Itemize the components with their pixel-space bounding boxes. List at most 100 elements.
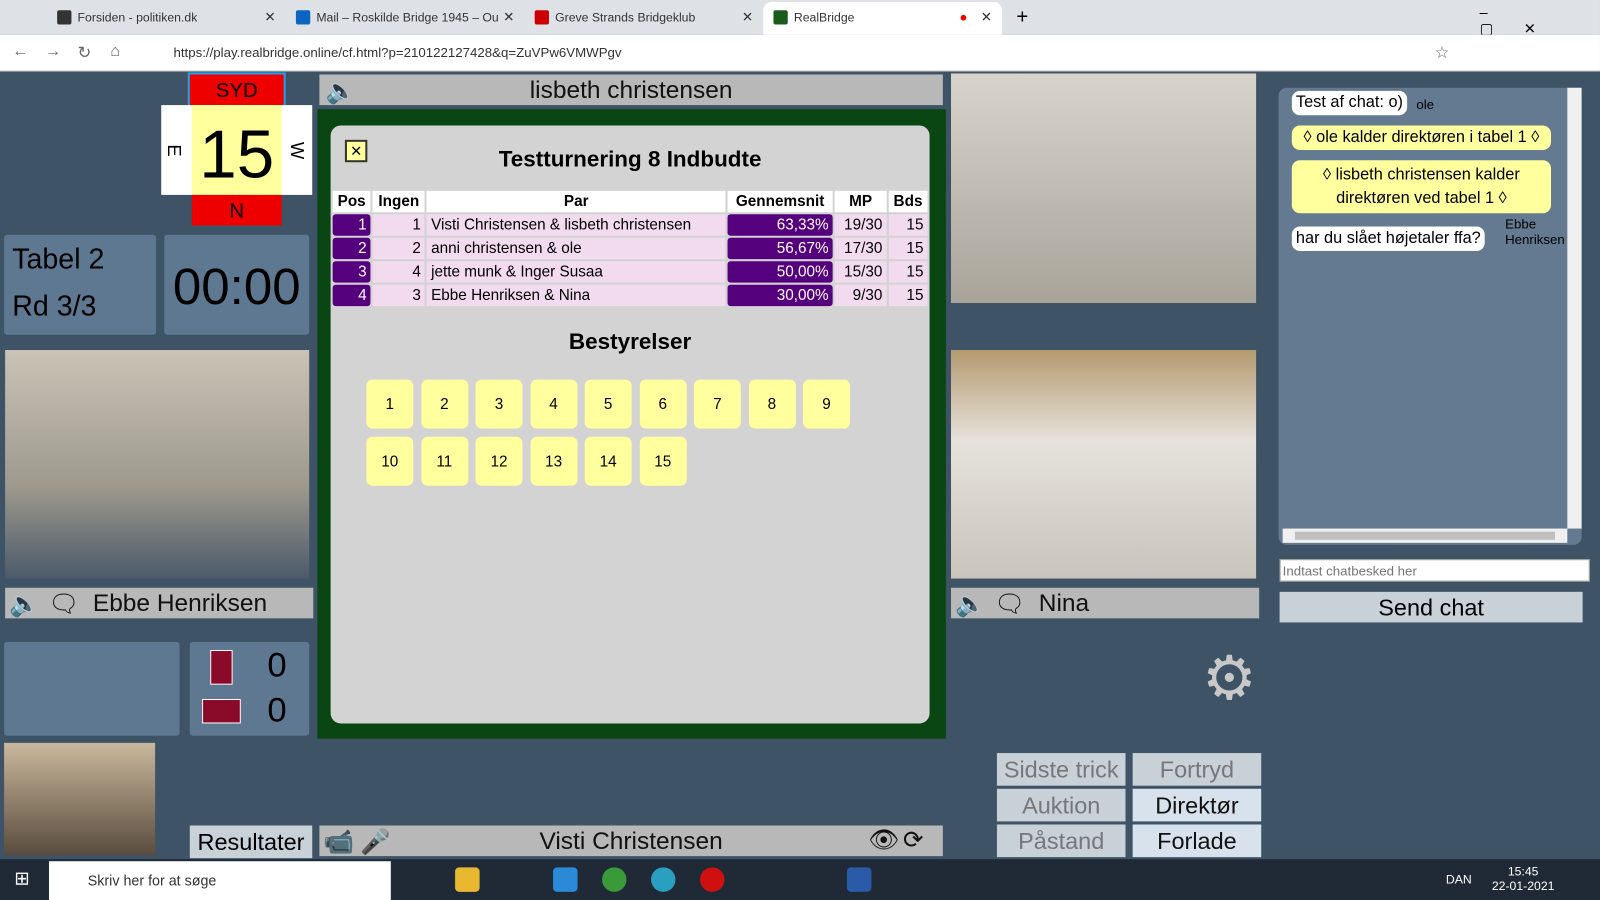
eye-icon[interactable]: 👁 — [868, 826, 899, 856]
close-icon[interactable]: ✕ — [742, 9, 753, 25]
results-table: Pos Ingen Par Gennemsnit MP Bds 1 1 Visti Chris… — [331, 189, 930, 308]
word-icon[interactable] — [846, 867, 872, 892]
results-card: ✕ Testturnering 8 Indbudte Pos Ingen Par Ge… — [330, 125, 930, 724]
back-icon[interactable]: ← — [12, 43, 28, 61]
cell-mp: 19/30 — [834, 214, 887, 236]
undo-button[interactable]: Fortryd — [1132, 753, 1262, 786]
chat-log: Test af chat: o) ole ◊ ole kalder direkt… — [1278, 87, 1582, 545]
edge-icon[interactable] — [651, 867, 676, 892]
board-button[interactable]: 5 — [584, 379, 632, 429]
search-placeholder: Skriv her for at søge — [87, 872, 217, 889]
realbridge-icon — [773, 10, 788, 25]
speaker-icon[interactable]: 🔈 — [326, 77, 357, 107]
settings-gear-icon[interactable]: ⚙ — [1202, 643, 1257, 714]
chrome-icon[interactable] — [602, 867, 627, 892]
cell-gennemsnit: 50,00% — [727, 261, 833, 283]
director-button[interactable]: Direktør — [1132, 788, 1262, 822]
leave-button[interactable]: Forlade — [1132, 824, 1262, 858]
tab-politiken[interactable]: Forsiden - politiken.dk ✕ — [47, 2, 286, 35]
chat-input[interactable] — [1279, 559, 1590, 582]
cell-pos: 4 — [332, 284, 371, 307]
cell-ingen: 2 — [372, 237, 425, 260]
close-icon[interactable]: ✕ — [981, 9, 992, 25]
reload-icon[interactable]: ↻ — [78, 43, 92, 63]
tab-realbridge[interactable]: RealBridge ● ✕ — [763, 2, 1003, 35]
board-button[interactable]: 15 — [639, 436, 687, 486]
south-player-bar: 📹 🎤 Visti Christensen 👁 ⟳ — [319, 825, 943, 858]
ew-tricks-icon — [202, 698, 241, 724]
board-button[interactable]: 8 — [748, 379, 796, 429]
taskbar-search[interactable]: Skriv her for at søge — [48, 861, 391, 900]
ns-score: 0 — [267, 645, 287, 685]
board-button[interactable]: 7 — [693, 379, 741, 429]
east-name: Nina — [1038, 589, 1090, 618]
col-avg: Gennemsnit — [727, 190, 833, 213]
auction-button[interactable]: Auktion — [996, 788, 1126, 822]
board-button[interactable]: 3 — [475, 379, 523, 429]
results-row: 4 3 Ebbe Henriksen & Nina 30,00% 9/30 15 — [332, 284, 928, 307]
camera-icon[interactable]: 📹 — [323, 828, 354, 858]
vertical-scrollbar[interactable] — [1567, 87, 1582, 529]
send-chat-button[interactable]: Send chat — [1279, 591, 1583, 623]
clock: 00:00 — [164, 234, 310, 335]
speaker-icon[interactable]: 🔈 — [955, 590, 986, 620]
board-button[interactable]: 9 — [803, 379, 850, 429]
ns-tricks-icon — [210, 649, 233, 685]
results-row: 1 1 Visti Christensen & lisbeth christense… — [332, 214, 928, 236]
home-icon[interactable]: ⌂ — [110, 43, 120, 61]
chat-bubble-icon[interactable]: 🗨 — [48, 590, 79, 620]
refresh-icon[interactable]: ⟳ — [903, 826, 924, 856]
time: 15:45 — [1507, 864, 1539, 879]
window-controls[interactable]: –▢✕ — [1480, 4, 1600, 38]
opera-icon[interactable] — [699, 867, 725, 892]
close-icon[interactable]: ✕ — [503, 9, 514, 25]
claim-button[interactable]: Påstand — [996, 824, 1126, 858]
politiken-icon — [57, 10, 72, 25]
tab-mail[interactable]: Mail – Roskilde Bridge 1945 – Ou ✕ — [286, 2, 525, 35]
horizontal-scrollbar[interactable] — [1282, 528, 1568, 543]
results-row: 3 4 jette munk & Inger Susaa 50,00% 15/30 15 — [332, 261, 928, 283]
board-button[interactable]: 4 — [530, 379, 578, 429]
results-button[interactable]: Resultater — [189, 825, 313, 859]
windows-start-icon[interactable]: ⊞ — [14, 868, 29, 889]
cell-pos: 3 — [332, 261, 371, 283]
explorer-icon[interactable] — [455, 867, 480, 892]
video-north — [951, 73, 1257, 304]
east-player-bar: 🔈 🗨 Nina — [951, 587, 1260, 620]
microphone-icon[interactable]: 🎤 — [360, 828, 391, 858]
board-button[interactable]: 6 — [639, 379, 687, 429]
board-button[interactable]: 11 — [420, 436, 468, 486]
forward-icon[interactable]: → — [45, 43, 61, 61]
url-field[interactable]: https://play.realbridge.online/cf.html?p… — [142, 39, 1347, 67]
board-button[interactable]: 12 — [475, 436, 523, 486]
last-trick-button[interactable]: Sidste trick — [996, 753, 1126, 786]
cell-bds: 15 — [888, 237, 928, 260]
col-bds: Bds — [888, 190, 928, 213]
close-results-button[interactable]: ✕ — [344, 139, 368, 163]
cell-pos: 2 — [332, 237, 371, 260]
round-label: Rd 3/3 — [12, 289, 97, 322]
cell-pos: 1 — [332, 214, 371, 236]
mail-icon[interactable] — [553, 867, 578, 892]
clock-area[interactable]: 15:45 22-01-2021 — [1492, 864, 1555, 893]
speaker-icon[interactable]: 🔈 — [9, 590, 40, 620]
cell-ingen: 4 — [372, 261, 425, 283]
bookmark-star-icon[interactable]: ☆ — [1435, 43, 1450, 63]
video-east — [951, 349, 1257, 579]
tab-greve[interactable]: Greve Strands Bridgeklub ✕ — [524, 2, 763, 35]
board-button[interactable]: 10 — [366, 436, 414, 486]
chat-bubble-icon[interactable]: 🗨 — [994, 590, 1025, 620]
language-indicator[interactable]: DAN — [1446, 872, 1472, 886]
video-self — [4, 742, 156, 856]
board-button[interactable]: 1 — [366, 379, 414, 429]
table-label: Tabel 2 — [12, 242, 105, 275]
cell-gennemsnit: 63,33% — [727, 214, 833, 236]
close-icon[interactable]: ✕ — [264, 9, 275, 25]
cell-bds: 15 — [888, 261, 928, 283]
cell-ingen: 3 — [372, 284, 425, 307]
cell-par: Ebbe Henriksen & Nina — [426, 284, 726, 307]
board-button[interactable]: 13 — [530, 436, 578, 486]
board-button[interactable]: 14 — [584, 436, 632, 486]
board-button[interactable]: 2 — [420, 379, 468, 429]
new-tab-button[interactable]: + — [1016, 6, 1028, 29]
